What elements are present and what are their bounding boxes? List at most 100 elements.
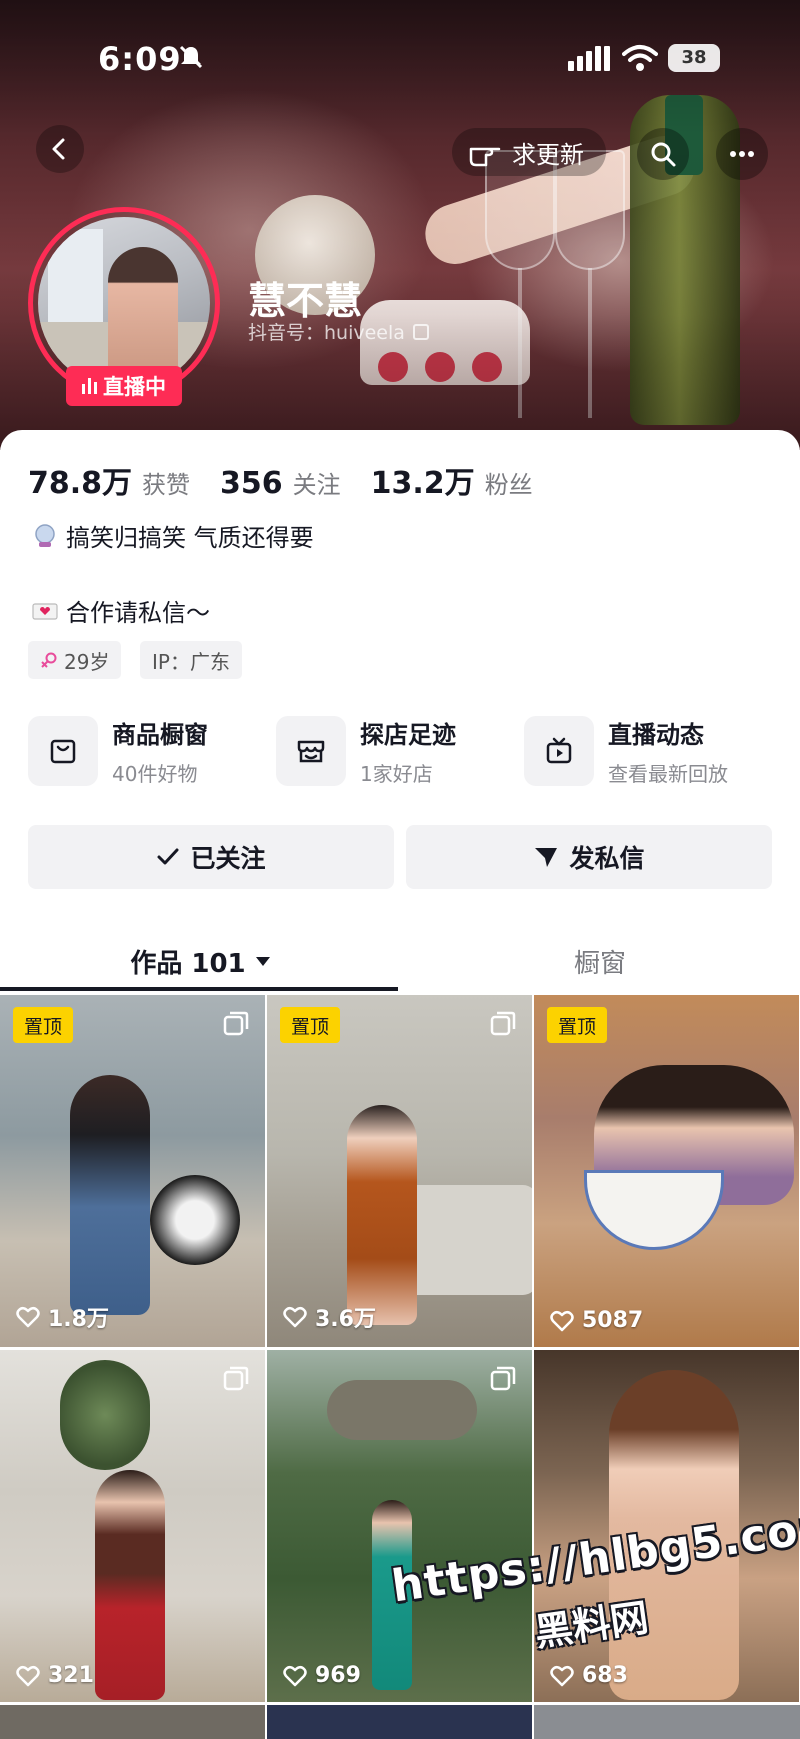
more-button[interactable] [716,128,768,180]
feature-shop-window[interactable]: 商品橱窗 40件好物 [28,715,208,787]
tab-window-label: 橱窗 [573,948,626,979]
search-button[interactable] [637,128,689,180]
stat-number: 78.8万 [28,466,133,501]
tab-works[interactable]: 作品 101 [0,930,400,992]
caret-down-icon [255,956,270,966]
ip-text: IP：广东 [152,649,230,674]
video-thumbnail[interactable]: 置顶 3.6万 [267,995,532,1347]
age-tag: 29岁 [28,641,122,679]
like-count-text: 969 [315,1663,361,1688]
live-badge-label: 直播中 [103,375,166,399]
like-count-text: 5087 [582,1308,644,1333]
stat-followers[interactable]: 13.2万 粉丝 [371,458,533,502]
bell-muted-icon [179,45,203,69]
douyin-id-text: 抖音号：huiveela [248,322,405,344]
wifi-icon [622,45,658,71]
send-message-button[interactable]: 发私信 [406,825,772,889]
checkmark-icon [157,848,179,865]
thumbnail-tree-branch [327,1380,477,1440]
status-time: 6:09 [98,40,182,78]
search-icon [651,142,676,167]
video-thumbnail[interactable]: 969 [267,1350,532,1702]
heart-icon [550,1665,574,1686]
ip-tag: IP：广东 [140,641,242,679]
tv-icon [546,737,572,764]
pointing-hand-icon [469,147,501,167]
age-text: 29岁 [64,649,110,674]
video-thumbnail-partial[interactable] [0,1705,265,1739]
thumbnail-figure [347,1105,417,1325]
tab-active-indicator [0,987,398,991]
multi-image-icon [490,1366,516,1391]
feature-icon-box [276,716,346,786]
followed-button[interactable]: 已关注 [28,825,394,889]
female-symbol-icon [41,652,57,668]
thumbnail-figure [95,1470,165,1700]
heart-icon [16,1665,40,1686]
like-count: 683 [550,1663,628,1688]
stat-likes[interactable]: 78.8万 获赞 [28,458,190,502]
thumbnail-figure [70,1075,150,1315]
video-thumbnail[interactable]: 置顶 1.8万 [0,995,265,1347]
store-icon [297,740,325,763]
feature-subtitle: 40件好物 [112,762,198,786]
bio-line-2: 合作请私信～ [32,593,210,628]
content-tabs: 作品 101 橱窗 [0,930,800,992]
battery-indicator: 38 [668,44,720,72]
pinned-badge: 置顶 [547,1007,607,1043]
live-bars-icon [82,378,97,394]
douyin-id[interactable]: 抖音号：huiveela [248,318,429,345]
multi-image-icon [223,1366,249,1391]
pinned-badge: 置顶 [280,1007,340,1043]
heart-icon [283,1307,307,1328]
love-letter-icon [32,602,58,620]
feature-icon-box [28,716,98,786]
stats-row: 78.8万 获赞 356 关注 13.2万 粉丝 [28,458,533,502]
video-thumbnail-partial[interactable] [534,1705,800,1739]
cellular-signal-icon [568,46,610,71]
stat-number: 13.2万 [370,466,475,501]
bio-line-1: 搞笑归搞笑 气质还得要 [32,518,314,553]
like-count-text: 1.8万 [48,1307,109,1332]
stat-label: 获赞 [142,471,191,499]
feature-title: 直播动态 [608,721,704,749]
heart-icon [550,1310,574,1331]
like-count: 321 [16,1663,94,1688]
like-count-text: 3.6万 [315,1307,376,1332]
like-count-text: 321 [48,1663,94,1688]
send-message-label: 发私信 [569,844,645,873]
video-thumbnail[interactable]: 置顶 5087 [534,995,799,1347]
copy-icon[interactable] [412,323,429,340]
video-thumbnail[interactable]: 321 [0,1350,265,1702]
feature-store-visits[interactable]: 探店足迹 1家好店 [276,715,456,787]
stat-following[interactable]: 356 关注 [220,465,341,501]
thumbnail-noodle-bowl [584,1170,724,1250]
chevron-left-icon [52,138,65,160]
like-count: 1.8万 [16,1301,109,1333]
stat-label: 粉丝 [484,471,533,499]
pinned-badge: 置顶 [13,1007,73,1043]
feature-title: 商品橱窗 [112,721,208,749]
thumbnail-dog [150,1175,240,1265]
avatar-photo [38,217,210,389]
stat-number: 356 [220,466,283,501]
heart-icon [283,1665,307,1686]
back-button[interactable] [36,125,84,173]
request-update-button[interactable]: 求更新 [452,128,606,176]
feature-title: 探店足迹 [360,721,456,749]
nickname: 慧不慧 [248,279,363,323]
tab-works-label: 作品 101 [130,948,246,979]
live-badge[interactable]: 直播中 [66,366,182,406]
feature-live-updates[interactable]: 直播动态 查看最新回放 [524,715,728,787]
like-count: 3.6万 [283,1301,376,1333]
tab-shop-window[interactable]: 橱窗 [400,930,800,992]
like-count: 5087 [550,1308,643,1333]
video-thumbnail-partial[interactable] [267,1705,532,1739]
thumbnail-plant [60,1360,150,1470]
send-icon [535,848,558,867]
bio-text-2: 合作请私信～ [66,599,210,627]
feature-subtitle: 1家好店 [360,762,433,786]
followed-button-label: 已关注 [190,844,266,873]
heart-icon [16,1307,40,1328]
crystal-ball-icon [35,523,55,547]
